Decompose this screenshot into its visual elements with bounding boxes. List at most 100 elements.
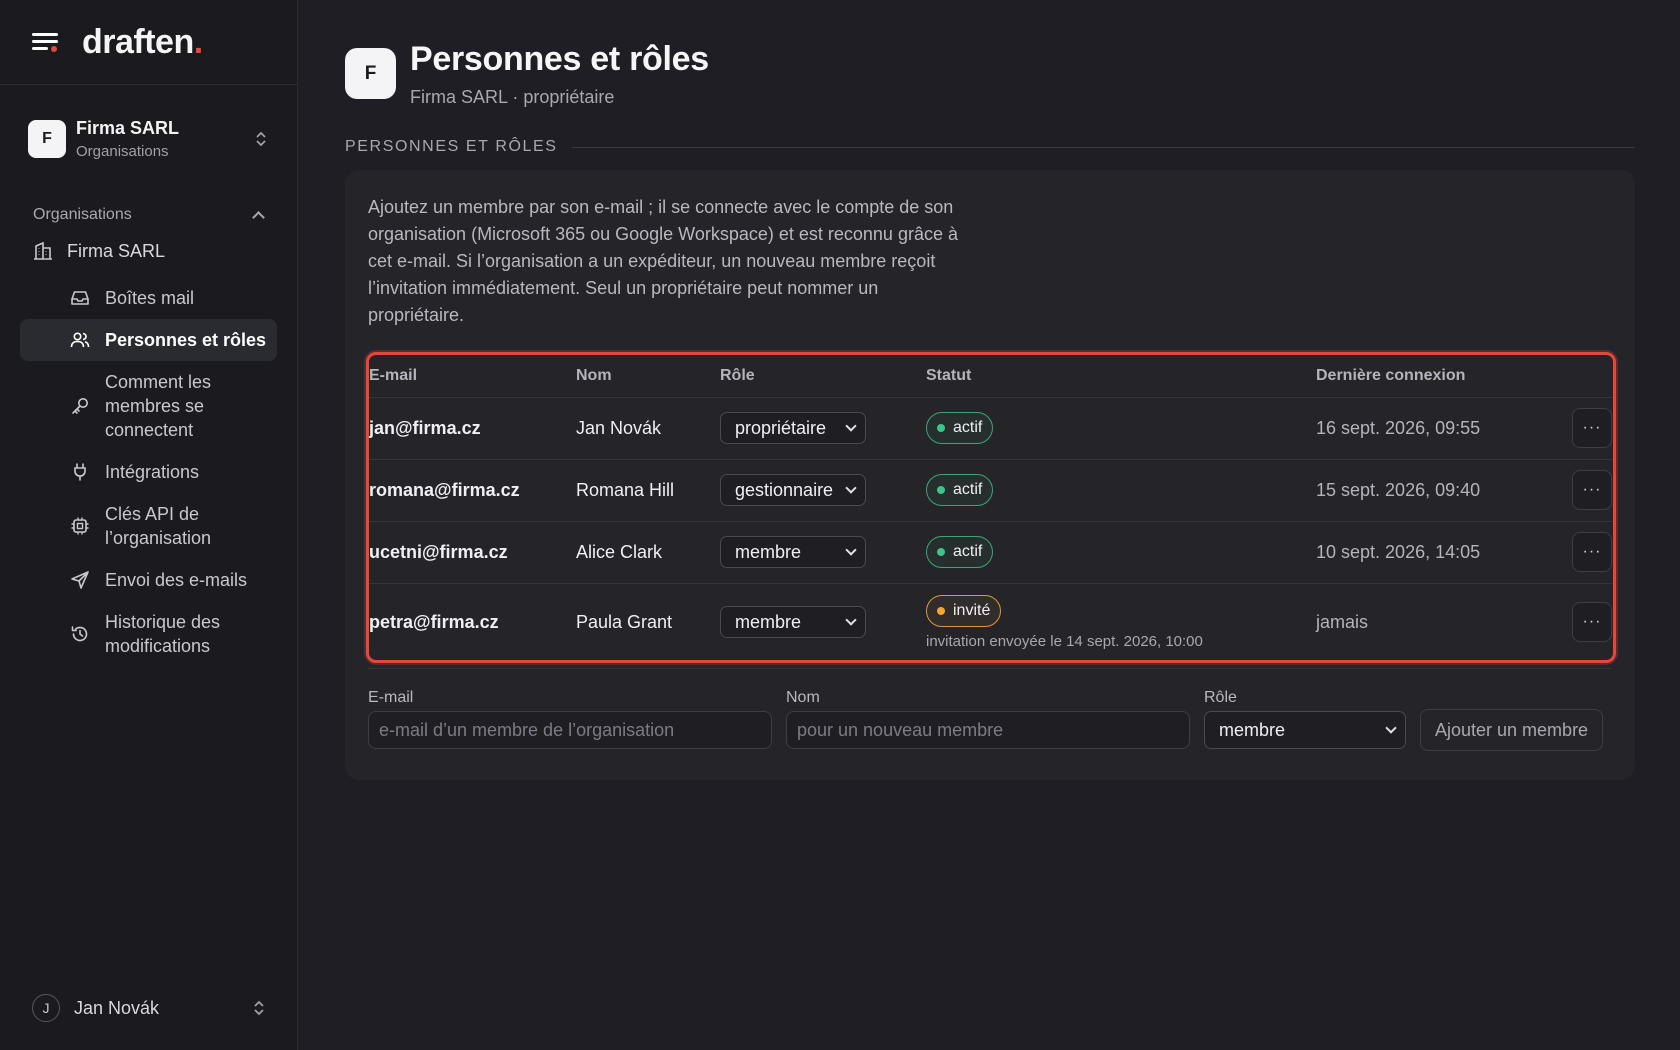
history-icon [71,626,88,642]
chip-icon [71,517,89,535]
page-subtitle: Firma SARL · propriétaire [410,87,615,107]
sidebar-item-member-login[interactable]: Comment les membres se connectent [20,361,277,451]
status-badge: actif [926,536,994,568]
member-last-login: jamais [1316,611,1369,632]
sidebar-org-item[interactable]: Firma SARL [0,231,297,271]
column-header-status[interactable]: Statut [926,355,1316,398]
building-icon [34,241,52,260]
section-divider [571,146,1635,148]
new-member-role-select[interactable]: membre [1204,711,1406,749]
role-select[interactable]: membre [720,536,866,568]
menu-icon[interactable] [32,31,58,53]
members-table: E-mail Nom Rôle Statut Dernière connexio… [369,355,1613,660]
sidebar-item-email-sending[interactable]: Envoi des e-mails [20,559,277,601]
chevron-updown-icon [251,998,267,1018]
role-field-label: Rôle [1204,689,1237,706]
role-value: propriétaire [735,417,827,438]
role-value: membre [735,611,802,632]
status-badge: actif [926,474,994,506]
member-email: petra@firma.cz [369,611,499,632]
status-dot-icon [937,548,945,556]
user-switcher[interactable]: J Jan Novák [32,992,267,1024]
org-subtitle: Organisations [76,143,169,160]
table-row: jan@firma.cz Jan Novák propriétaire acti… [369,397,1613,460]
member-email: jan@firma.cz [369,397,576,460]
add-member-button[interactable]: Ajouter un membre [1420,709,1604,751]
status-dot-icon [937,424,945,432]
more-actions-button[interactable]: ··· [1572,602,1612,643]
column-header-actions [1572,355,1613,398]
more-actions-button[interactable]: ··· [1572,470,1612,510]
section-title: PERSONNES ET RÔLES [345,138,558,155]
key-icon [72,398,88,414]
org-avatar: F [345,48,396,99]
chevron-updown-icon [253,129,269,149]
name-field-label: Nom [786,689,820,706]
sidebar-item-api-keys[interactable]: Clés API de l’organisation [20,493,277,559]
table-row: petra@firma.cz Paula Grant membre invité… [369,583,1613,660]
sidebar-item-people-roles[interactable]: Personnes et rôles [20,319,277,361]
logo[interactable]: draften. [82,23,203,62]
sidebar-item-mailboxes[interactable]: Boîtes mail [20,277,277,319]
role-select[interactable]: gestionnaire [720,474,866,506]
form-divider [368,668,1612,669]
email-input[interactable] [368,711,772,749]
table-row: ucetni@firma.cz Alice Clark membre actif… [369,521,1613,584]
role-value: gestionnaire [735,479,834,500]
org-name: Firma SARL [76,118,180,138]
sidebar: draften. F Firma SARL Organisations Orga… [0,0,298,1050]
org-avatar: F [28,120,66,158]
chevron-down-icon [845,420,857,432]
column-header-name[interactable]: Nom [576,355,720,398]
column-header-email[interactable]: E-mail [369,355,576,398]
members-table-wrapper: E-mail Nom Rôle Statut Dernière connexio… [366,352,1616,663]
chevron-down-icon [845,614,857,626]
column-header-role[interactable]: Rôle [720,355,926,398]
users-icon [70,332,90,348]
column-header-last-login[interactable]: Dernière connexion [1316,355,1572,398]
inbox-icon [71,291,89,305]
member-email: romana@firma.cz [369,459,576,522]
add-member-form: E-mail Nom Rôle membre Ajouter un membre [368,689,1612,751]
status-badge: actif [926,412,994,444]
page-title: Personnes et rôles [410,40,709,78]
role-value: membre [735,541,802,562]
org-switcher[interactable]: F Firma SARL Organisations [0,85,297,193]
status-dot-icon [937,486,945,494]
page-header: F Personnes et rôles Firma SARL · propri… [345,40,1635,108]
chevron-down-icon [845,482,857,494]
member-last-login: 16 sept. 2026, 09:55 [1316,397,1572,460]
section-header: PERSONNES ET RÔLES [345,138,1635,156]
status-dot-icon [937,606,945,615]
table-row: romana@firma.cz Romana Hill gestionnaire… [369,459,1613,522]
name-input[interactable] [786,711,1190,749]
member-name: Alice Clark [576,521,720,584]
send-icon [71,571,89,589]
brand-bar: draften. [0,0,297,85]
sidebar-item-history[interactable]: Historique des modifications [20,601,277,667]
role-select[interactable]: membre [720,606,866,639]
table-header-row: E-mail Nom Rôle Statut Dernière connexio… [369,355,1613,398]
main-content: F Personnes et rôles Firma SARL · propri… [345,0,1635,780]
chevron-down-icon [1385,722,1397,734]
chevron-up-icon [252,210,265,224]
sidebar-section-organisations[interactable]: Organisations [0,201,297,229]
plug-icon [74,463,86,481]
user-avatar: J [32,994,60,1022]
role-value: membre [1219,719,1286,740]
role-select[interactable]: propriétaire [720,412,866,444]
sidebar-item-integrations[interactable]: Intégrations [20,451,277,493]
member-name: Romana Hill [576,459,720,522]
more-actions-button[interactable]: ··· [1572,408,1612,448]
members-card: Ajoutez un membre par son e-mail ; il se… [345,170,1635,780]
invitation-note: invitation envoyée le 14 sept. 2026, 10:… [926,632,1203,650]
member-last-login: 10 sept. 2026, 14:05 [1316,521,1572,584]
email-field-label: E-mail [368,689,414,706]
more-actions-button[interactable]: ··· [1572,532,1612,572]
user-name: Jan Novák [74,997,160,1018]
status-badge: invité [926,594,1002,627]
chevron-down-icon [845,544,857,556]
member-last-login: 15 sept. 2026, 09:40 [1316,459,1572,522]
member-email: ucetni@firma.cz [369,521,576,584]
member-name: Jan Novák [576,397,720,460]
